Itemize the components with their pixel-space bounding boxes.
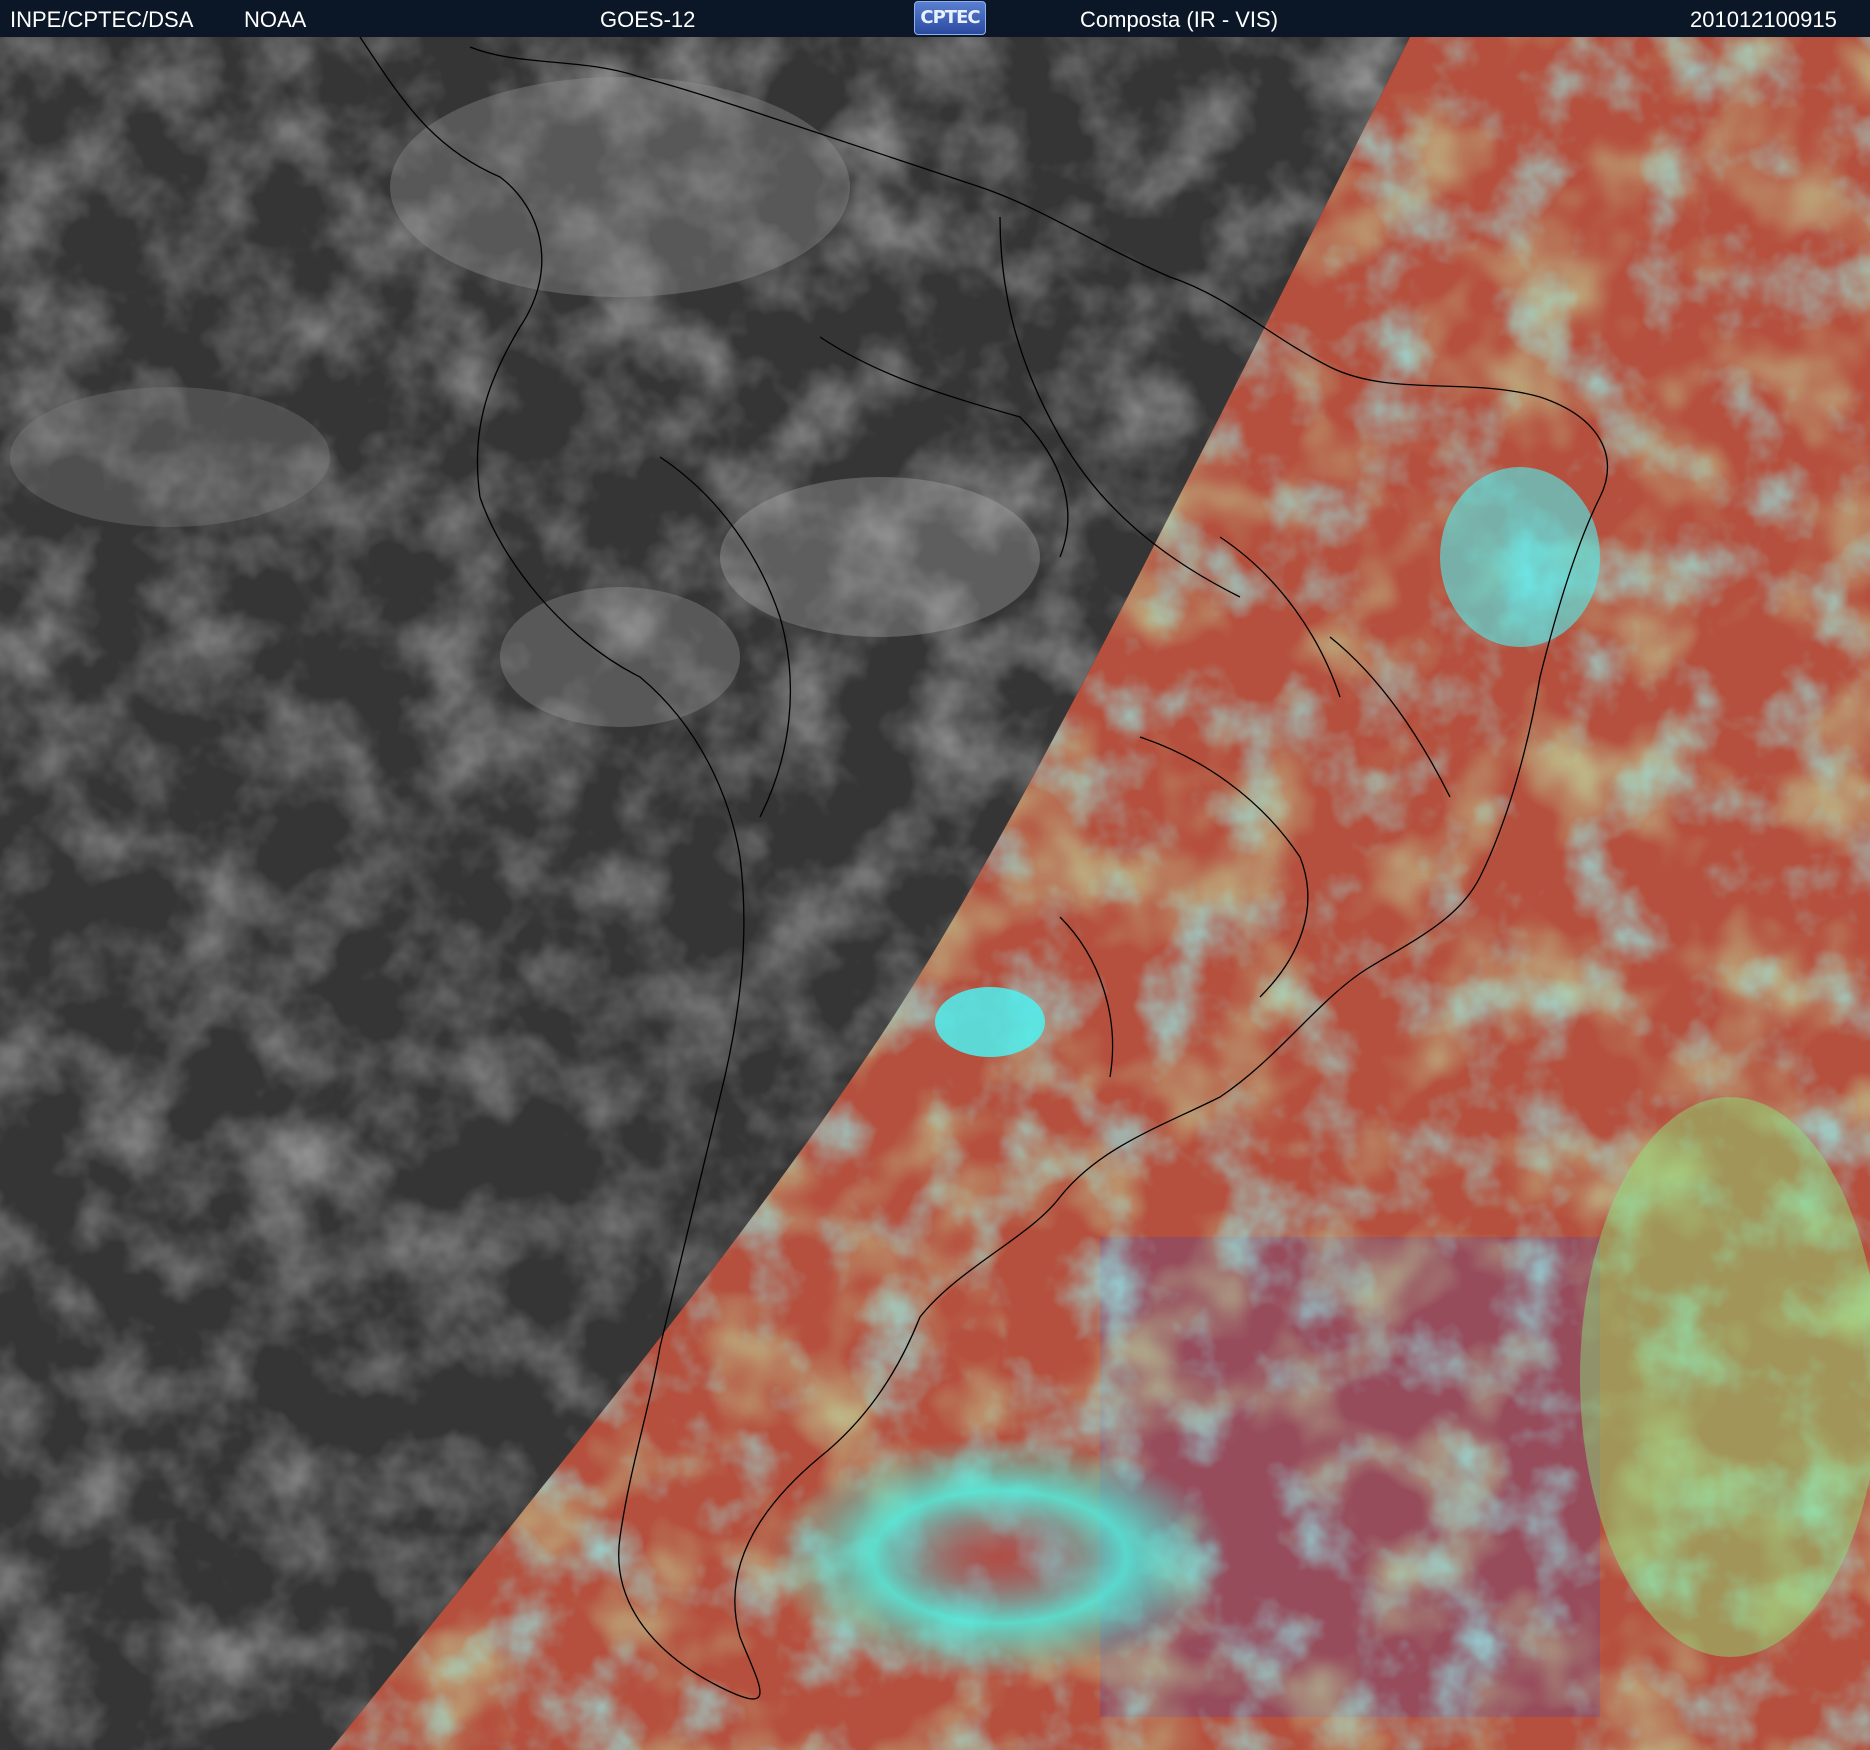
- product-label: Composta (IR - VIS): [1080, 7, 1279, 32]
- timestamp-label: 201012100915: [1690, 7, 1837, 32]
- agency-label: INPE/CPTEC/DSA: [10, 7, 194, 32]
- cptec-logo: CPTEC: [914, 1, 986, 35]
- satellite-label: GOES-12: [600, 7, 696, 32]
- image-header-bar: INPE/CPTEC/DSA NOAA GOES-12 CPTEC Compos…: [0, 0, 1870, 38]
- satellite-composite-map: [0, 37, 1870, 1750]
- partner-label: NOAA: [244, 7, 307, 32]
- logo-text: CPTEC: [920, 7, 980, 28]
